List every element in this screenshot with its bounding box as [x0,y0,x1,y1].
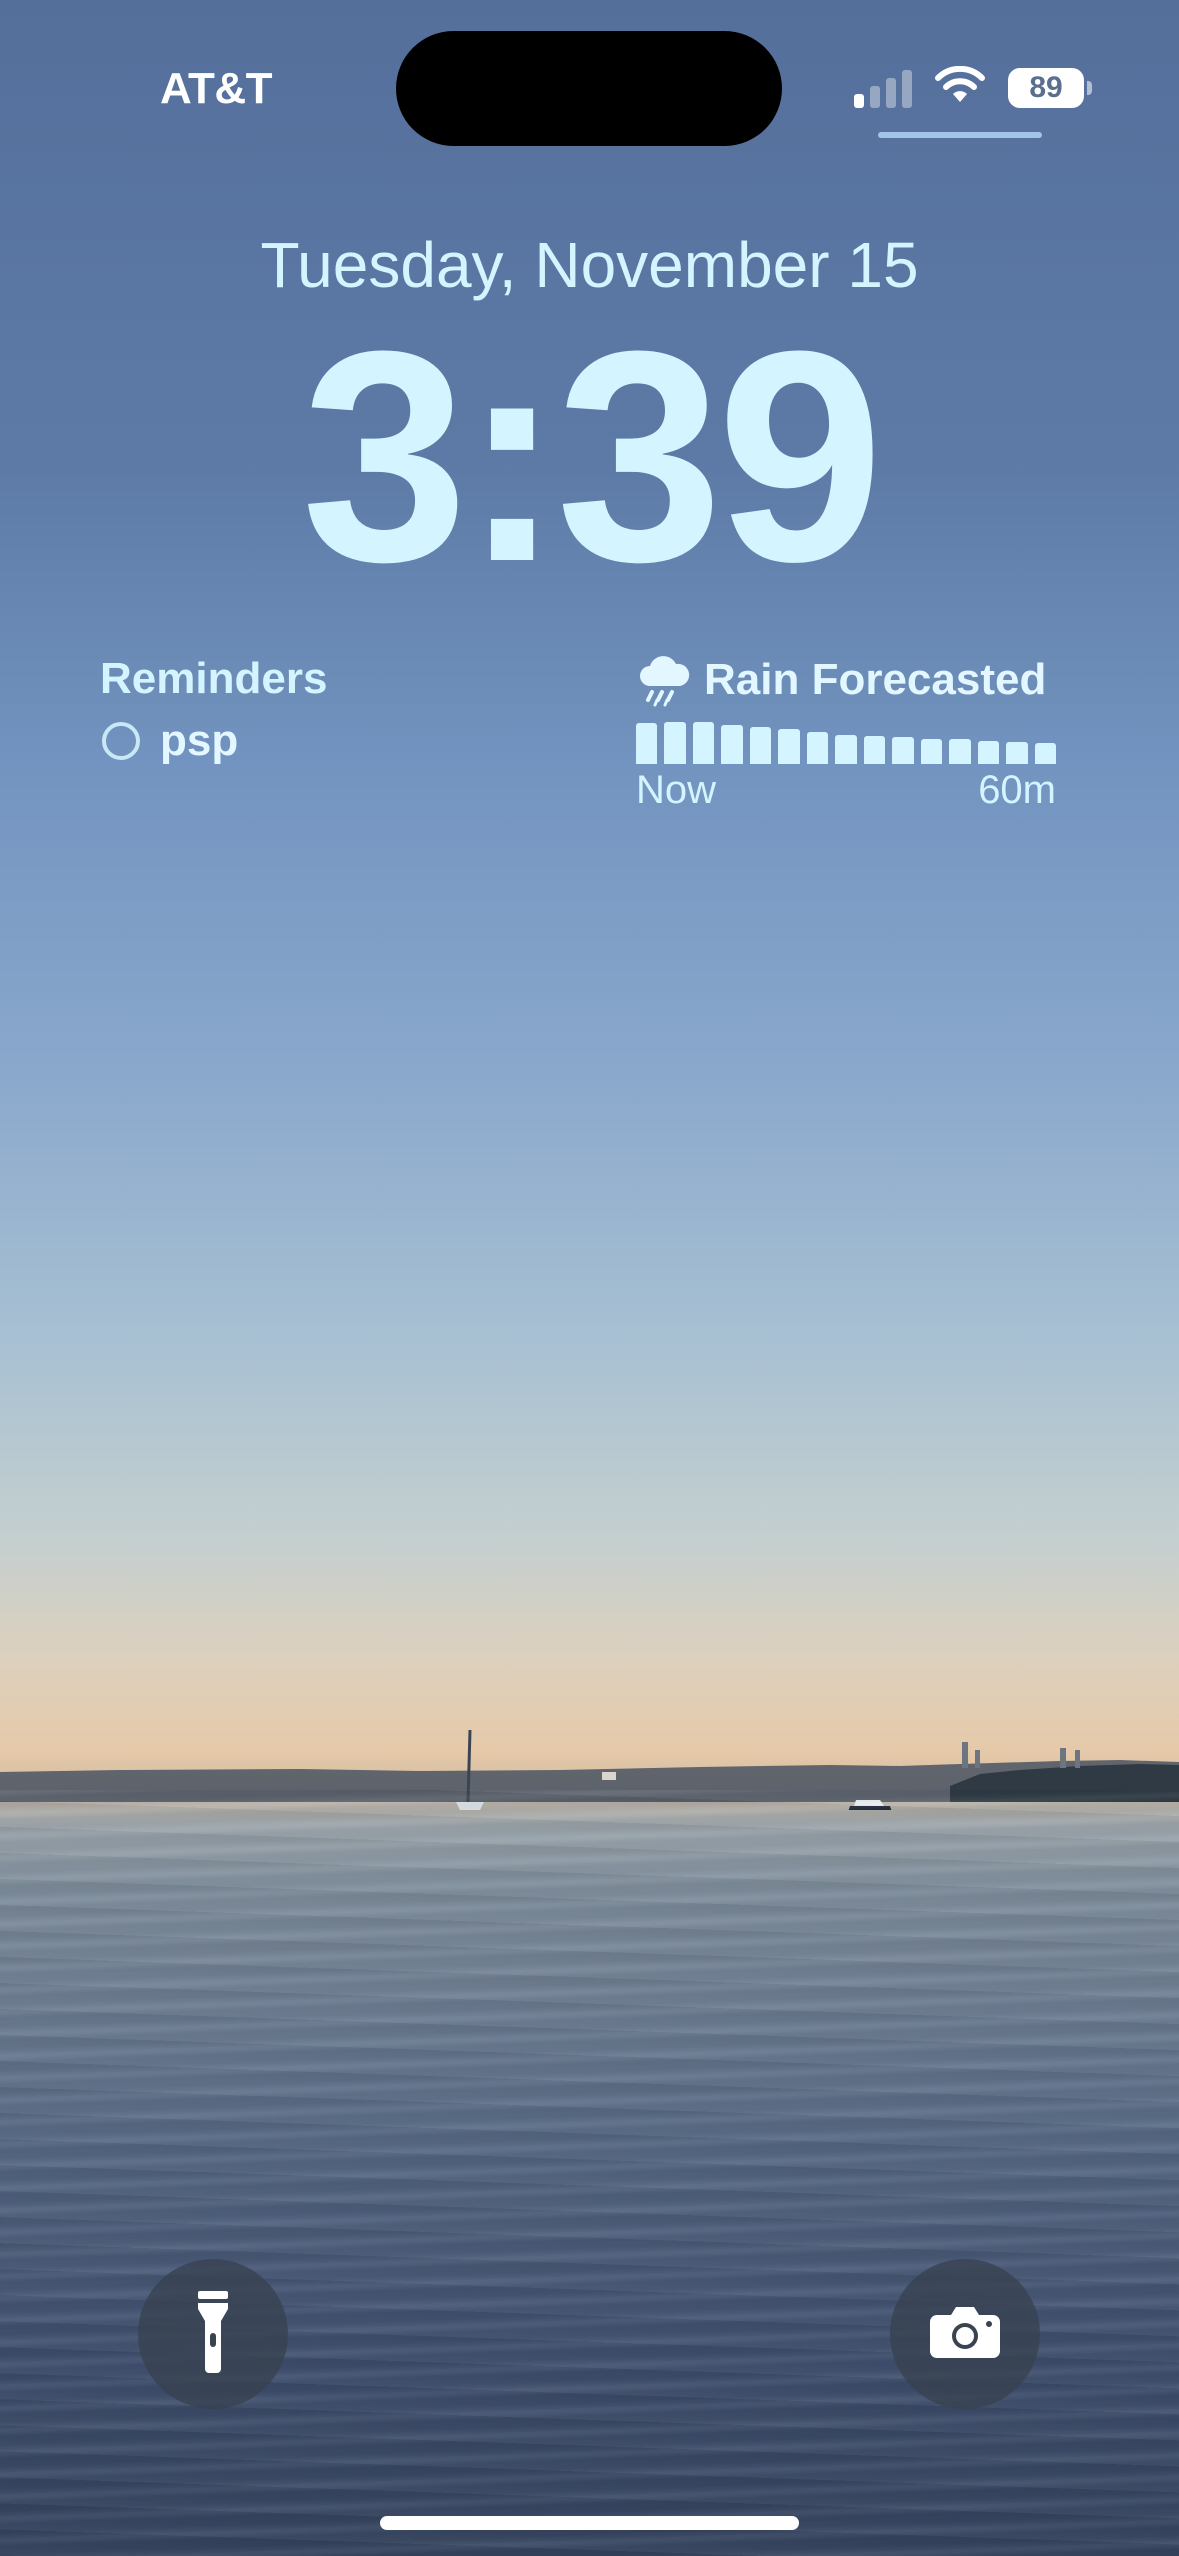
reminder-label: psp [160,716,239,765]
reminder-item[interactable]: psp [100,716,327,766]
dynamic-island [396,31,782,146]
flashlight-button[interactable] [138,2259,288,2409]
status-indicators[interactable]: 89 [854,64,1092,112]
weather-title: Rain Forecasted [704,655,1047,704]
flashlight-icon [193,2290,233,2378]
rain-intensity-chart [636,722,1057,764]
rain-bar-4 [721,725,743,764]
weather-widget[interactable]: Rain Forecasted Now 60m [636,652,1057,813]
lock-screen-time: 3:39 [301,288,883,624]
camera-button[interactable] [890,2259,1040,2409]
rain-bar-3 [692,722,715,764]
battery-percentage: 89 [1029,71,1063,104]
reminders-widget[interactable]: Reminders psp [100,654,327,766]
camera-icon [929,2305,1001,2364]
reminders-title: Reminders [100,654,328,703]
cellular-signal-icon [854,68,912,108]
reminder-checkbox-icon[interactable] [102,722,140,760]
rain-bar-6 [778,729,800,764]
rain-bar-7 [806,732,829,764]
water-texture [0,1790,1179,2556]
home-indicator[interactable] [380,2516,799,2530]
rain-bar-5 [749,727,772,764]
rain-axis-end-label: 60m [978,768,1056,812]
rain-cloud-icon [636,652,692,708]
carrier-label: AT&T [160,64,273,113]
rain-bar-15 [1034,743,1057,764]
wifi-icon [934,65,986,111]
rain-axis-start-label: Now [636,768,717,812]
rain-bar-8 [835,735,857,764]
rain-bar-10 [892,737,914,764]
rain-bar-14 [1006,742,1028,764]
rain-bar-12 [949,739,971,764]
status-underline [878,132,1042,138]
rain-bar-11 [920,739,943,764]
rain-bar-1 [636,723,658,764]
rain-bar-9 [863,736,886,764]
shoreline-scenery [0,1720,1179,1812]
rain-bar-13 [977,741,1000,764]
rain-bar-2 [664,722,686,764]
battery-icon: 89 [1008,68,1092,108]
